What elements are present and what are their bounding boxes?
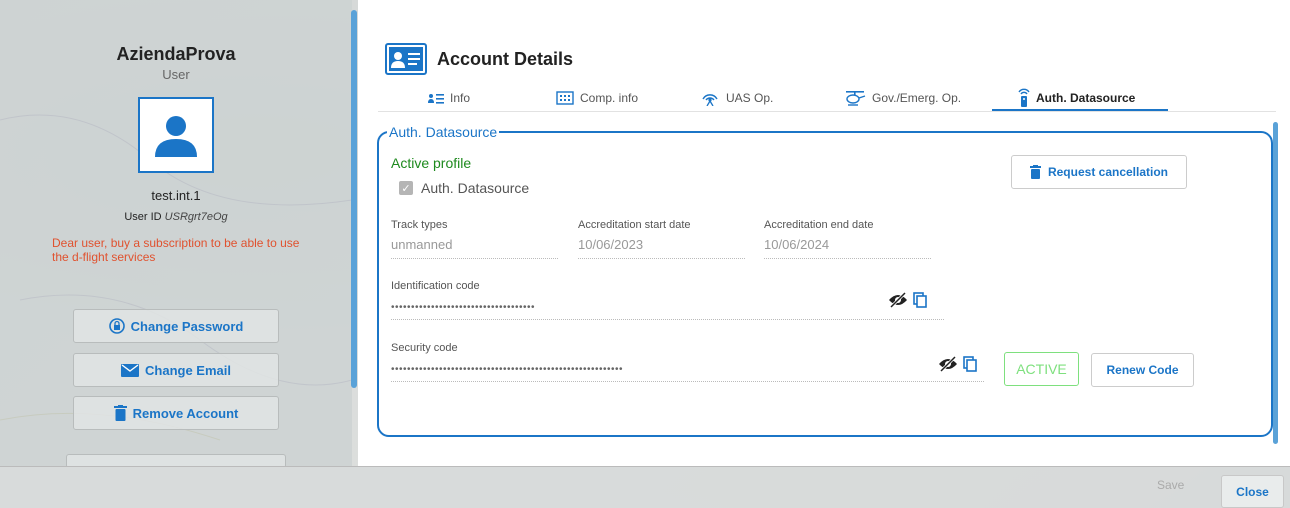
request-cancellation-label: Request cancellation <box>1047 165 1169 179</box>
change-email-label: Change Email <box>145 362 231 378</box>
request-cancellation-button[interactable]: Request cancellation <box>1011 155 1187 189</box>
start-date-value: 10/06/2023 <box>578 237 745 259</box>
profile-sidebar: AziendaProva User test.int.1 User ID USR… <box>0 0 352 466</box>
lock-refresh-icon <box>108 318 125 334</box>
company-name: AziendaProva <box>116 44 236 64</box>
user-id: User ID USRgrt7eOg <box>0 211 352 223</box>
tab-auth-datasource[interactable]: Auth. Datasource <box>1018 84 1135 112</box>
user-icon <box>155 116 197 157</box>
tab-info[interactable]: Info <box>428 84 470 112</box>
active-tab-indicator <box>992 109 1168 111</box>
renew-code-button[interactable]: Renew Code <box>1091 353 1194 387</box>
panel-scrollbar[interactable] <box>1273 122 1278 444</box>
fieldset-legend: Auth. Datasource <box>389 124 498 140</box>
eye-slash-icon[interactable] <box>938 356 958 372</box>
tab-comp-info-label: Comp. info <box>580 91 639 105</box>
eye-slash-icon[interactable] <box>888 292 908 308</box>
tab-bar: Info Comp. info UAS Op. Gov./Emerg. Op. … <box>378 84 1276 112</box>
remove-account-button[interactable]: Remove Account <box>73 396 279 430</box>
copy-icon[interactable] <box>913 292 927 308</box>
start-date-label: Accreditation start date <box>578 219 691 231</box>
transmitter-icon <box>1018 88 1030 107</box>
tab-comp-info[interactable]: Comp. info <box>556 84 638 112</box>
security-code-value: ••••••••••••••••••••••••••••••••••••••••… <box>391 360 984 382</box>
identification-code-value: •••••••••••••••••••••••••••••••••••• <box>391 298 944 320</box>
active-profile-label: Active profile <box>391 155 472 171</box>
tab-uas-op[interactable]: UAS Op. <box>700 84 773 112</box>
remove-account-label: Remove Account <box>132 405 239 421</box>
page-title: Account Details <box>437 49 574 69</box>
antenna-icon <box>702 94 718 106</box>
end-date-field: Accreditation end date 10/06/2024 <box>764 219 931 259</box>
change-password-label: Change Password <box>130 318 244 334</box>
username: test.int.1 <box>151 188 201 203</box>
tab-info-label: Info <box>450 91 471 105</box>
track-types-label: Track types <box>391 219 448 231</box>
change-password-button[interactable]: Change Password <box>73 309 279 343</box>
tab-gov-emerg-op[interactable]: Gov./Emerg. Op. <box>844 84 961 112</box>
subscription-button-partial[interactable] <box>66 454 286 466</box>
building-icon <box>556 91 574 105</box>
sidebar-scrollbar[interactable] <box>351 10 357 388</box>
trash-icon <box>113 405 127 421</box>
id-card-icon <box>385 43 427 75</box>
change-email-button[interactable]: Change Email <box>73 353 279 387</box>
tab-uas-op-label: UAS Op. <box>726 91 774 105</box>
save-button[interactable]: Save <box>1157 478 1184 492</box>
auth-datasource-checkbox[interactable]: ✓ <box>399 181 413 195</box>
identification-code-actions <box>888 292 927 308</box>
tab-gov-emerg-op-label: Gov./Emerg. Op. <box>872 91 962 105</box>
user-role: User <box>162 67 190 82</box>
account-details-panel: Account Details Info Comp. info UAS Op. … <box>358 0 1290 466</box>
tab-auth-datasource-label: Auth. Datasource <box>1036 91 1136 105</box>
security-code-label: Security code <box>391 342 458 354</box>
security-code-actions <box>938 356 977 372</box>
user-id-label: User ID <box>124 211 162 223</box>
close-button[interactable]: Close <box>1221 475 1284 508</box>
track-types-field: Track types unmanned <box>391 219 558 259</box>
avatar <box>138 97 214 173</box>
end-date-value: 10/06/2024 <box>764 237 931 259</box>
identification-code-label: Identification code <box>391 280 480 292</box>
copy-icon[interactable] <box>963 356 977 372</box>
footer-bar: Save <box>0 466 1290 508</box>
track-types-value: unmanned <box>391 237 558 259</box>
start-date-field: Accreditation start date 10/06/2023 <box>578 219 745 259</box>
list-user-icon <box>428 94 444 104</box>
user-id-value: USRgrt7eOg <box>164 211 228 223</box>
envelope-icon <box>121 363 140 377</box>
identification-code-field: Identification code ••••••••••••••••••••… <box>391 280 944 320</box>
trash-icon <box>1029 165 1041 179</box>
helicopter-icon <box>846 91 866 106</box>
status-badge: ACTIVE <box>1004 352 1079 386</box>
security-code-field: Security code ••••••••••••••••••••••••••… <box>391 342 984 382</box>
end-date-label: Accreditation end date <box>764 219 874 231</box>
subscription-warning: Dear user, buy a subscription to be able… <box>52 236 300 264</box>
auth-datasource-checkbox-row: ✓ Auth. Datasource <box>399 180 529 196</box>
checkbox-label: Auth. Datasource <box>421 180 530 196</box>
